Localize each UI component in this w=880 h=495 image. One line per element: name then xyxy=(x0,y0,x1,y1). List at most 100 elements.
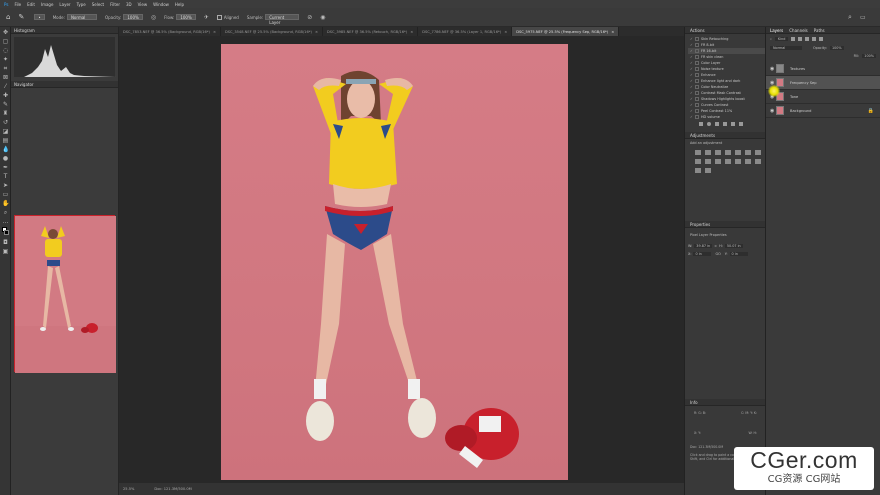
layer-fill-input[interactable]: 100% xyxy=(862,54,876,58)
dialog-toggle-icon[interactable] xyxy=(695,43,699,47)
tab-paths[interactable]: Paths xyxy=(814,28,825,33)
exposure-icon[interactable] xyxy=(725,150,731,155)
type-tool-icon[interactable]: T xyxy=(2,173,9,180)
kind-select[interactable]: Kind xyxy=(774,37,789,41)
pressure-size-icon[interactable]: ◉ xyxy=(320,14,325,21)
navigator-panel-header[interactable]: Navigator xyxy=(11,81,118,88)
dialog-toggle-icon[interactable] xyxy=(695,49,699,53)
selective-color-icon[interactable] xyxy=(705,168,711,173)
document-tab[interactable]: DSC_7786.NEF @ 36.5% (Layer 1, RGB/16*) … xyxy=(418,27,513,36)
brightness-icon[interactable] xyxy=(695,150,701,155)
posterize-icon[interactable] xyxy=(745,159,751,164)
layer-row[interactable]: ◉ Tone xyxy=(766,90,880,104)
menu-edit[interactable]: Edit xyxy=(27,2,35,7)
eraser-tool-icon[interactable]: ◪ xyxy=(2,128,9,135)
channel-mixer-icon[interactable] xyxy=(715,159,721,164)
layer-row[interactable]: ◉ Background 🔒 xyxy=(766,104,880,118)
healing-tool-icon[interactable]: ✚ xyxy=(2,92,9,99)
curves-icon[interactable] xyxy=(715,150,721,155)
document-tab[interactable]: DSC_7853.NEF @ 36.5% (Background, RGB/16… xyxy=(119,27,221,36)
color-balance-icon[interactable] xyxy=(755,150,761,155)
zoom-tool-icon[interactable]: ⌕ xyxy=(2,209,9,216)
screen-mode-icon[interactable]: ▣ xyxy=(2,248,9,255)
actions-panel-header[interactable]: Actions xyxy=(685,27,765,34)
home-icon[interactable]: ⌂ xyxy=(6,13,10,21)
menu-help[interactable]: Help xyxy=(175,2,184,7)
width-input[interactable]: 39.87 in xyxy=(694,244,713,248)
clone-stamp-tool-icon[interactable]: ♜ xyxy=(2,110,9,117)
y-input[interactable]: 0 in xyxy=(729,252,748,256)
filter-adjust-icon[interactable] xyxy=(798,37,803,41)
document-tab[interactable]: DSC_3548.NEF @ 25.5% (Background, RGB/16… xyxy=(221,27,323,36)
link-icon[interactable]: ∞ xyxy=(714,244,717,248)
tab-channels[interactable]: Channels xyxy=(789,28,808,33)
close-icon[interactable]: × xyxy=(410,30,413,34)
layer-opacity-input[interactable]: 100% xyxy=(829,46,844,50)
dialog-toggle-icon[interactable] xyxy=(695,67,699,71)
close-icon[interactable]: × xyxy=(504,30,507,34)
crop-tool-icon[interactable]: ⌗ xyxy=(2,65,9,72)
gradient-map-icon[interactable] xyxy=(695,168,701,173)
ps-logo-icon[interactable]: Ps xyxy=(4,2,8,7)
dialog-toggle-icon[interactable] xyxy=(695,55,699,59)
opacity-input[interactable]: 100% xyxy=(123,14,143,20)
healing-brush-icon[interactable]: ✎ xyxy=(18,13,24,21)
eyedropper-tool-icon[interactable]: ⁄ xyxy=(2,83,9,90)
tab-layers[interactable]: Layers xyxy=(770,28,783,33)
ignore-adjustment-icon[interactable]: ⊘ xyxy=(307,14,312,21)
color-swatches-icon[interactable] xyxy=(2,227,9,237)
menu-select[interactable]: Select xyxy=(92,2,104,7)
quick-select-tool-icon[interactable]: ✦ xyxy=(2,56,9,63)
new-set-icon[interactable] xyxy=(723,122,727,126)
dialog-toggle-icon[interactable] xyxy=(695,37,699,41)
hand-tool-icon[interactable]: ✋ xyxy=(2,200,9,207)
path-select-tool-icon[interactable]: ➤ xyxy=(2,182,9,189)
menu-file[interactable]: File xyxy=(14,2,21,7)
dodge-tool-icon[interactable]: ● xyxy=(2,155,9,162)
brush-size-picker[interactable]: • xyxy=(32,14,45,20)
dialog-toggle-icon[interactable] xyxy=(695,79,699,83)
frame-tool-icon[interactable]: ⊠ xyxy=(2,74,9,81)
document-canvas[interactable] xyxy=(221,44,568,480)
zoom-level[interactable]: 25.5% xyxy=(123,487,134,491)
properties-panel-header[interactable]: Properties xyxy=(685,221,765,228)
filter-type-icon[interactable] xyxy=(805,37,810,41)
filter-pixel-icon[interactable] xyxy=(791,37,796,41)
x-input[interactable]: 0 in xyxy=(693,252,712,256)
filter-smart-icon[interactable] xyxy=(819,37,824,41)
close-icon[interactable]: × xyxy=(611,30,614,34)
delete-icon[interactable] xyxy=(739,122,743,126)
dialog-toggle-icon[interactable] xyxy=(695,61,699,65)
search-icon[interactable]: ⌕ xyxy=(848,13,852,22)
histogram-panel-header[interactable]: Histogram xyxy=(11,27,118,34)
info-panel-header[interactable]: Info xyxy=(685,399,765,406)
gradient-tool-icon[interactable]: ▤ xyxy=(2,137,9,144)
menu-type[interactable]: Type xyxy=(77,2,86,7)
height-input[interactable]: 50.07 in xyxy=(724,244,743,248)
document-tab[interactable]: DSC_3985.NEF @ 36.5% (Retouch, RGB/16*) … xyxy=(323,27,419,36)
bw-icon[interactable] xyxy=(695,159,701,164)
blend-mode-select[interactable]: Normal xyxy=(770,46,802,50)
photo-filter-icon[interactable] xyxy=(705,159,711,164)
menu-layer[interactable]: Layer xyxy=(59,2,70,7)
menu-window[interactable]: Window xyxy=(153,2,169,7)
dialog-toggle-icon[interactable] xyxy=(695,73,699,77)
record-icon[interactable] xyxy=(707,122,711,126)
adjustments-panel-header[interactable]: Adjustments xyxy=(685,132,765,139)
shape-tool-icon[interactable]: ▭ xyxy=(2,191,9,198)
dialog-toggle-icon[interactable] xyxy=(695,109,699,113)
dialog-toggle-icon[interactable] xyxy=(695,91,699,95)
new-action-icon[interactable] xyxy=(731,122,735,126)
play-icon[interactable] xyxy=(715,122,719,126)
blur-tool-icon[interactable]: 💧 xyxy=(2,146,9,153)
vibrance-icon[interactable] xyxy=(735,150,741,155)
quick-mask-icon[interactable]: ◘ xyxy=(2,239,9,246)
menu-view[interactable]: View xyxy=(138,2,148,7)
pressure-opacity-icon[interactable]: ◎ xyxy=(151,14,156,21)
more-tools-icon[interactable]: … xyxy=(2,218,9,225)
dialog-toggle-icon[interactable] xyxy=(695,103,699,107)
mode-select[interactable]: Normal xyxy=(66,14,97,20)
lasso-tool-icon[interactable]: ◌ xyxy=(2,47,9,54)
menu-3d[interactable]: 3D xyxy=(126,2,132,7)
aligned-checkbox[interactable]: Aligned xyxy=(216,14,239,20)
